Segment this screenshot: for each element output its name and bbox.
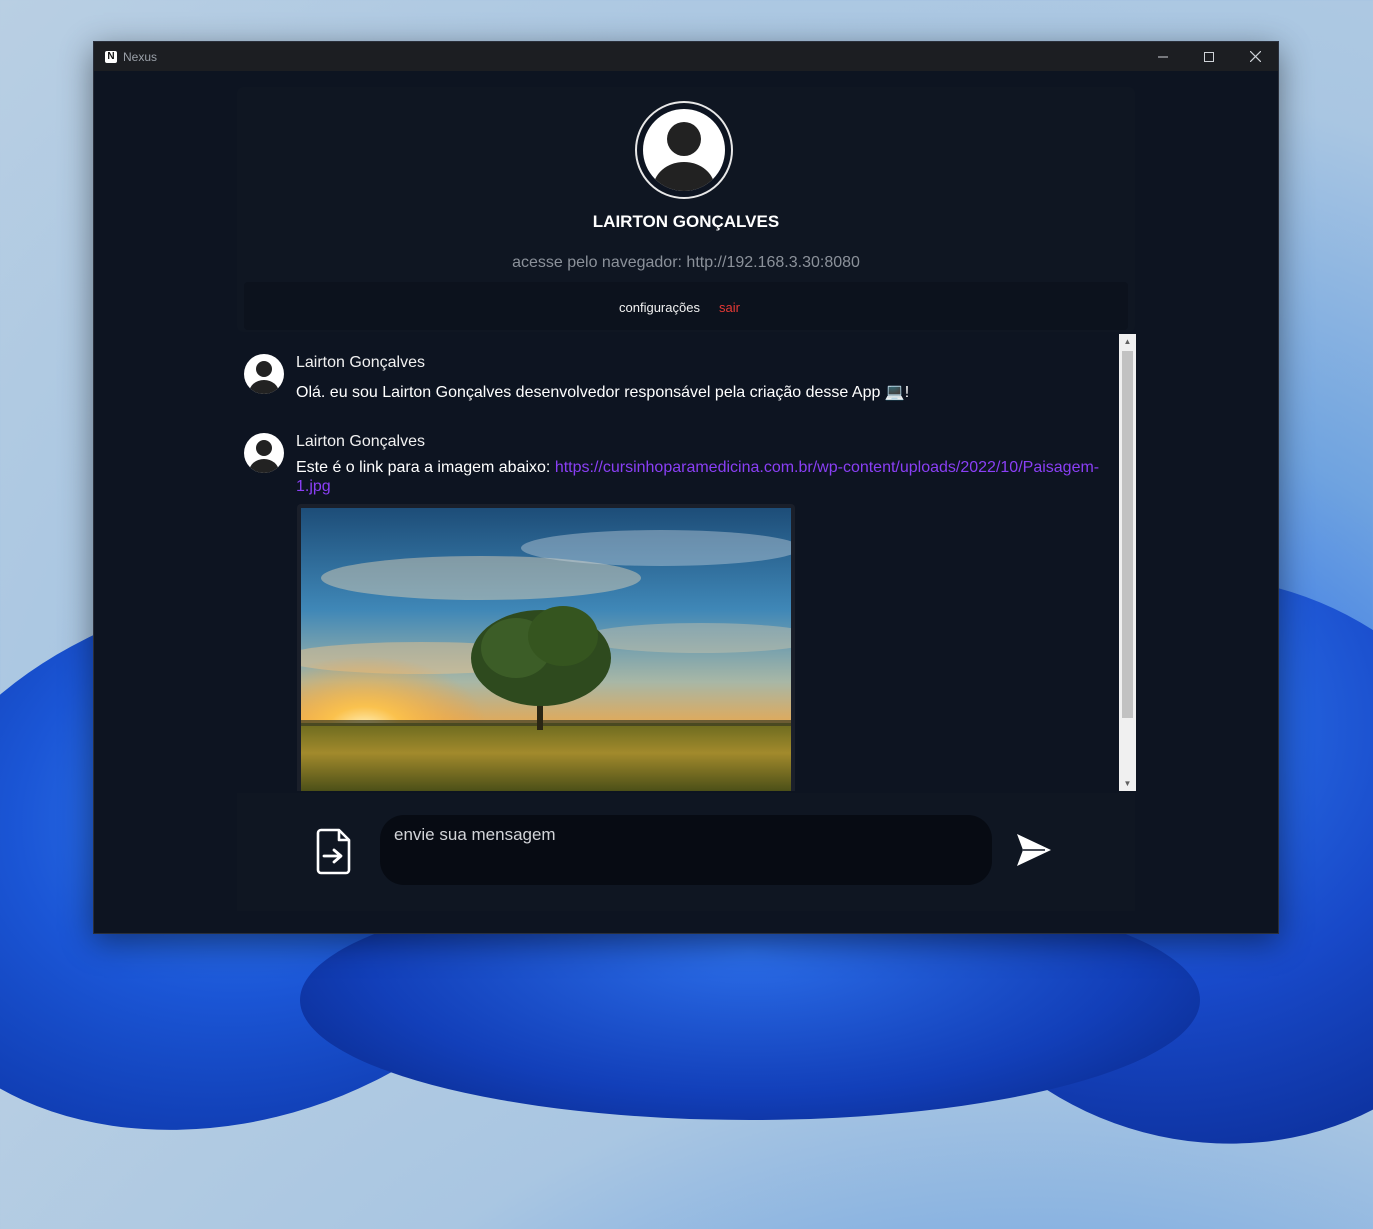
scroll-up-arrow-icon[interactable]: ▲ (1119, 334, 1136, 349)
scroll-down-arrow-icon[interactable]: ▼ (1119, 776, 1136, 791)
close-button[interactable] (1232, 42, 1278, 71)
profile-avatar (635, 101, 733, 199)
close-icon (1249, 51, 1261, 62)
attach-file-button[interactable] (316, 827, 354, 875)
message-text: Este é o link para a imagem abaixo: http… (296, 458, 1106, 496)
chat-messages[interactable]: Lairton Gonçalves Olá. eu sou Lairton Go… (237, 334, 1119, 791)
title-bar[interactable]: N Nexus (94, 42, 1278, 71)
app-logo-icon: N (105, 50, 117, 63)
maximize-icon (1204, 51, 1214, 62)
user-silhouette-icon (249, 440, 279, 473)
message-body: Este é o link para a imagem abaixo: (296, 459, 551, 476)
message-body: Olá. eu sou Lairton Gonçalves desenvolve… (296, 384, 881, 401)
window-title: Nexus (123, 49, 158, 64)
message-avatar (244, 354, 284, 394)
landscape-image (301, 508, 791, 791)
minimize-icon (1158, 56, 1168, 57)
send-button[interactable] (1015, 831, 1053, 869)
message-author: Lairton Gonçalves (296, 354, 425, 371)
message-author: Lairton Gonçalves (296, 433, 425, 450)
maximize-button[interactable] (1186, 42, 1232, 71)
send-icon (1017, 834, 1051, 866)
message-image[interactable] (297, 504, 795, 791)
user-silhouette-icon (249, 361, 279, 394)
profile-name: LAIRTON GONÇALVES (592, 212, 780, 231)
logout-link[interactable]: sair (719, 300, 740, 315)
access-url-text: acesse pelo navegador: http://192.168.3.… (512, 254, 860, 271)
message-text: Olá. eu sou Lairton Gonçalves desenvolve… (296, 383, 909, 402)
chat-scrollbar[interactable]: ▲ ▼ (1119, 334, 1136, 791)
message-avatar (244, 433, 284, 473)
computer-emoji-icon: 💻 (884, 384, 905, 401)
scroll-thumb[interactable] (1122, 351, 1133, 718)
app-window: N Nexus LAIRTON GONÇALVES acesse pelo na… (93, 41, 1279, 934)
file-import-icon (316, 828, 351, 875)
minimize-button[interactable] (1140, 42, 1186, 71)
settings-link[interactable]: configurações (619, 300, 700, 315)
user-silhouette-icon (653, 122, 715, 191)
message-input[interactable] (380, 815, 992, 885)
message-suffix: ! (904, 384, 910, 401)
window-controls (1140, 42, 1278, 71)
